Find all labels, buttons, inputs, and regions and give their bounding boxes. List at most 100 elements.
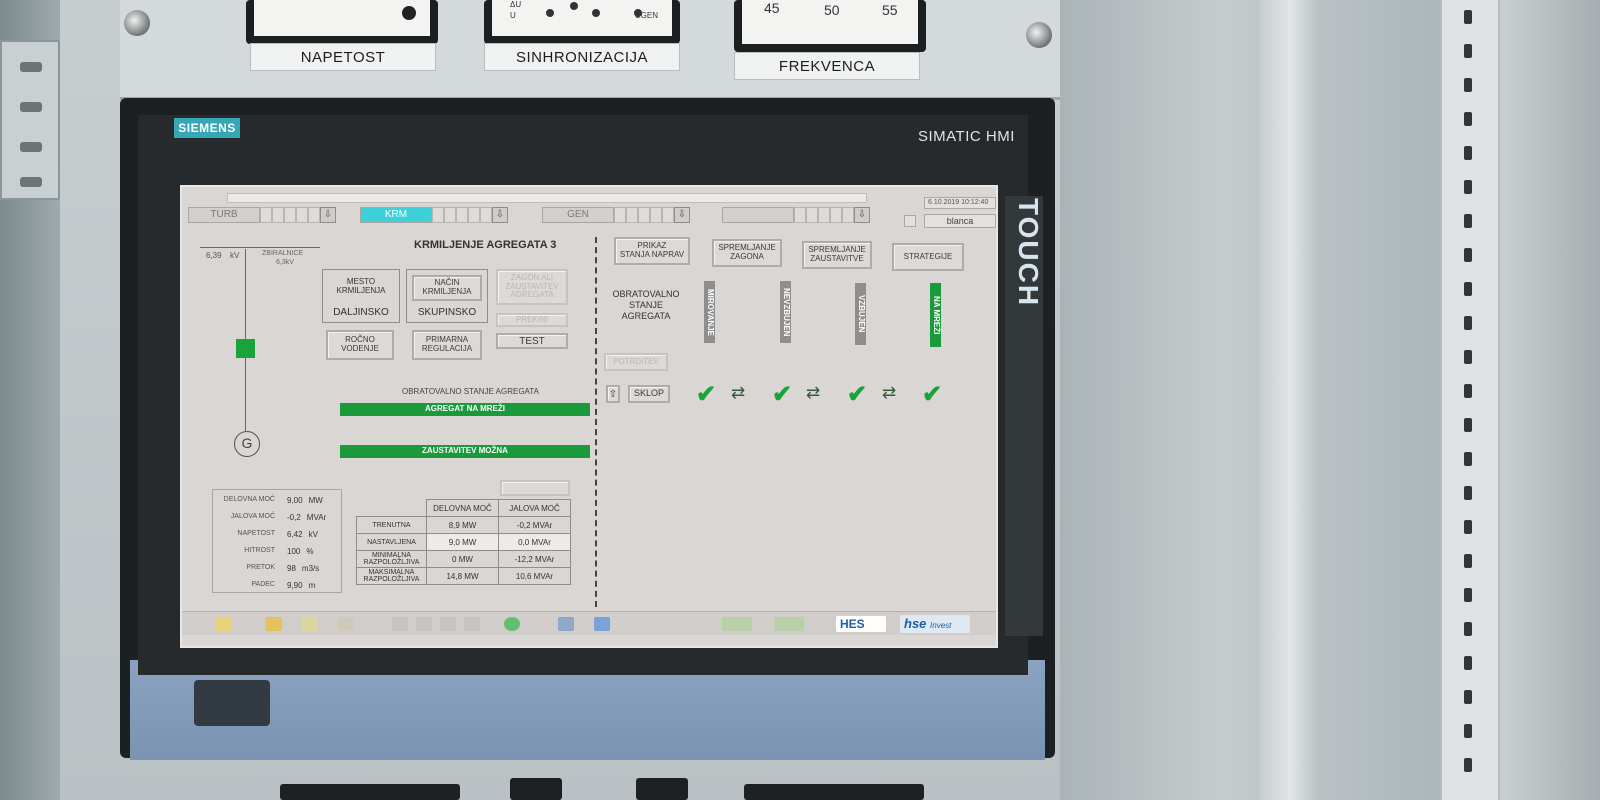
chevron-down-icon[interactable]: ⇩ xyxy=(854,207,870,223)
disabled-small-button[interactable] xyxy=(500,480,570,496)
table-header-q: JALOVA MOČ xyxy=(498,499,571,517)
setpoint-q-input[interactable]: 0,0 MVAr xyxy=(498,533,571,551)
spremljanje-zaustavitve-button[interactable]: SPREMLJANJE ZAUSTAVITVE xyxy=(802,241,872,269)
measurement-label: PRETOK xyxy=(246,564,275,571)
nav-turb-button[interactable]: TURB xyxy=(188,207,260,223)
power-table: DELOVNA MOČ JALOVA MOČ TRENUTNA 8,9 MW -… xyxy=(356,499,571,585)
nav-group-turb: TURB ⇩ xyxy=(188,207,336,223)
nav-group-gen: GEN ⇩ xyxy=(542,207,690,223)
sklop-button[interactable]: SKLOP xyxy=(628,385,670,403)
measurement-label: DELOVNA MOČ xyxy=(223,496,275,503)
nacin-button[interactable]: NAČIN KRMILJENJA xyxy=(412,275,482,301)
sync-meter: ΔU U UGEN xyxy=(484,0,680,44)
arrow-left-icon[interactable] xyxy=(392,617,408,631)
mounting-bracket xyxy=(0,40,60,200)
sync-delta-u-label: ΔU xyxy=(510,0,522,9)
chevron-down-icon[interactable]: ⇩ xyxy=(492,207,508,223)
test-button[interactable]: TEST xyxy=(496,333,568,349)
touch-label: TOUCH xyxy=(1013,198,1044,308)
hse-logo-text: hse xyxy=(904,616,927,631)
nav-gen-button[interactable]: GEN xyxy=(542,207,614,223)
measurements-panel: DELOVNA MOČ 9,00 MW JALOVA MOČ -0,2 MVAr NAPET… xyxy=(212,489,342,593)
state-nevzbujen: NEVZBUJEN xyxy=(780,281,791,343)
help-icon[interactable] xyxy=(594,617,610,631)
nacin-value: SKUPINSKO xyxy=(417,307,477,318)
check-icon: ✔ xyxy=(847,381,868,408)
frequency-meter: 45 50 55 xyxy=(734,0,926,52)
potrditev-button[interactable]: POTRDITEV xyxy=(604,353,668,371)
network-status-icon[interactable] xyxy=(722,617,752,631)
table-header-row: DELOVNA MOČ JALOVA MOČ xyxy=(357,499,571,517)
transfer-icon: ⇄ xyxy=(806,383,821,402)
state-mirovanje: MIROVANJE xyxy=(704,281,715,343)
control-title: KRMILJENJE AGREGATA 3 xyxy=(414,239,557,251)
arrow-down-icon[interactable] xyxy=(440,617,456,631)
alarm-line[interactable] xyxy=(227,193,867,203)
table-row: MAKSIMALNA RAZPOLOŽLJIVA 14,8 MW 10,6 MV… xyxy=(356,567,571,585)
state-vzbujen: VZBUJEN xyxy=(855,283,866,345)
notes-icon[interactable] xyxy=(302,617,318,631)
table-row: NASTAVLJENA 9,0 MW 0,0 MVAr xyxy=(356,533,571,551)
measurement-value: 100% xyxy=(287,547,314,556)
zagon-zaustavitev-button[interactable]: ZAGON ALI ZAUSTAVITEV AGREGATA xyxy=(496,269,568,305)
obratovalno-stanje-label: OBRATOVALNO STANJE AGREGATA xyxy=(612,289,680,321)
nav-group-extra: ⇩ xyxy=(722,207,870,223)
transfer-icon: ⇄ xyxy=(731,383,746,402)
bottom-latch xyxy=(636,778,688,800)
folder-icon[interactable] xyxy=(216,617,232,631)
measurement-value: 9,90 m xyxy=(287,581,316,590)
setpoint-p-input[interactable]: 9,0 MW xyxy=(426,533,499,551)
check-status-icon[interactable] xyxy=(774,617,804,631)
hes-logo: HES xyxy=(836,616,886,632)
meter-label-frekvenca: FREKVENCA xyxy=(734,52,920,80)
cabinet-fold xyxy=(1260,0,1320,800)
sync-u-label: U xyxy=(510,11,516,20)
state-caption: OBRATOVALNO STANJE AGREGATA xyxy=(402,387,539,396)
spremljanje-zagona-button[interactable]: SPREMLJANJE ZAGONA xyxy=(712,239,782,267)
document-icon[interactable] xyxy=(266,617,282,631)
mesto-label: MESTO KRMILJENJA xyxy=(336,277,386,295)
rocno-vodenje-button[interactable]: ROČNO VODENJE xyxy=(326,330,394,360)
hse-logo-sub: Invest xyxy=(930,621,952,630)
freq-scale-50: 50 xyxy=(824,2,840,18)
prekini-button[interactable]: PREKINI xyxy=(496,313,568,327)
nav-krm-button[interactable]: KRM xyxy=(360,207,432,223)
table-row: MINIMALNA RAZPOLOŽLJIVA 0 MW -12,2 MVAr xyxy=(356,550,571,568)
strategije-button[interactable]: STRATEGIJE xyxy=(892,243,964,271)
measurement-label: NAPETOST xyxy=(237,530,275,537)
measurement-value: 98 m3/s xyxy=(287,564,320,573)
meter-label-napetost: NAPETOST xyxy=(250,43,436,71)
section-divider xyxy=(595,237,597,607)
user-icon[interactable] xyxy=(904,215,916,227)
transfer-icon: ⇄ xyxy=(882,383,897,402)
hse-logo: hse Invest xyxy=(900,615,970,633)
print-icon[interactable] xyxy=(558,617,574,631)
measurement-label: PADEC xyxy=(251,581,275,588)
nav-extra-button[interactable] xyxy=(722,207,794,223)
tools-icon[interactable] xyxy=(338,617,354,631)
meter-label-sinhronizacija: SINHRONIZACIJA xyxy=(484,43,680,71)
busbar-label: ZBIRALNICE xyxy=(262,250,304,257)
refresh-icon[interactable] xyxy=(504,617,520,631)
table-header-p: DELOVNA MOČ xyxy=(426,499,499,517)
prikaz-stanja-button[interactable]: PRIKAZ STANJA NAPRAV xyxy=(614,237,690,265)
hmi-usb-cover xyxy=(194,680,270,726)
arrow-up-icon[interactable] xyxy=(416,617,432,631)
cabinet-right-edge xyxy=(1500,0,1600,800)
meter-strip: NAPETOST ΔU U UGEN SINHRONIZACIJA 45 50 … xyxy=(120,0,1060,100)
screw-icon xyxy=(124,10,150,36)
measurement-value: -0,2 MVAr xyxy=(287,513,327,522)
freq-scale-45: 45 xyxy=(764,0,780,16)
chevron-down-icon[interactable]: ⇩ xyxy=(320,207,336,223)
user-display[interactable]: blanca xyxy=(924,214,996,228)
hmi-screen: TURB ⇩ KRM ⇩ GEN ⇩ ⇩ 6.10.2019 10:12:40 … xyxy=(180,185,998,648)
mesto-value: DALJINSKO xyxy=(333,307,389,318)
chevron-down-icon[interactable]: ⇩ xyxy=(674,207,690,223)
breaker-closed-icon[interactable] xyxy=(236,339,255,358)
arrow-right-icon[interactable] xyxy=(464,617,480,631)
check-icon: ✔ xyxy=(696,381,717,408)
arrow-up-icon[interactable]: ⇧ xyxy=(606,385,620,403)
measurement-label: HITROST xyxy=(244,547,275,554)
taskbar: HES hse Invest xyxy=(182,611,996,635)
primarna-regulacija-button[interactable]: PRIMARNA REGULACIJA xyxy=(412,330,482,360)
